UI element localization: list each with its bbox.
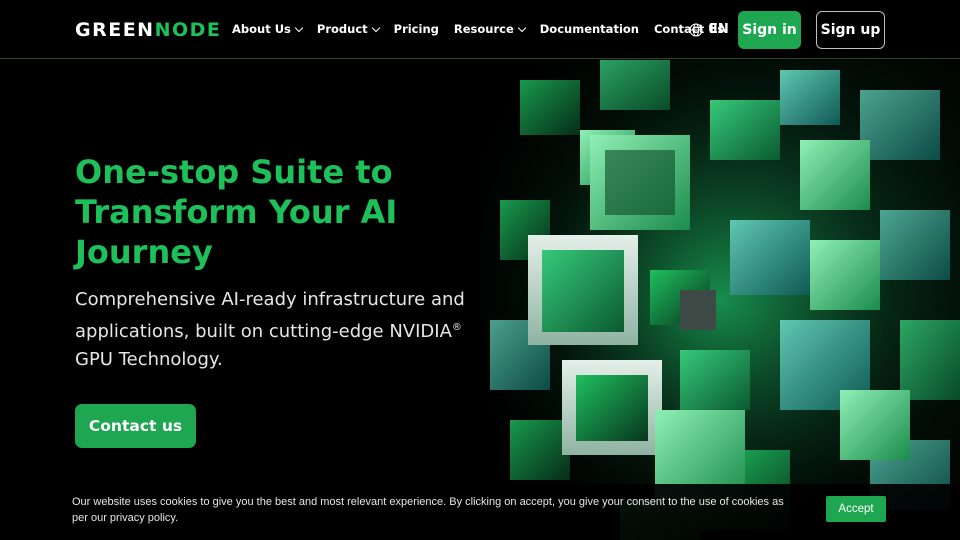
nav-resource-label: Resource: [453, 22, 514, 36]
nav-documentation-label: Documentation: [539, 22, 639, 36]
main-nav: About Us Product Pricing Resource Docume…: [232, 22, 724, 36]
language-selector[interactable]: EN: [689, 22, 729, 37]
hero-cubes-image: [480, 60, 960, 540]
nav-product-label: Product: [316, 22, 368, 36]
greennode-logo[interactable]: GREENNODE: [75, 19, 221, 41]
contact-us-button[interactable]: Contact us: [75, 404, 196, 448]
chevron-down-icon: [294, 23, 304, 32]
sign-up-button[interactable]: Sign up: [816, 11, 885, 49]
nav-pricing[interactable]: Pricing: [394, 22, 439, 36]
nav-pricing-label: Pricing: [393, 22, 439, 36]
hero-headline: One-stop Suite to Transform Your AI Jour…: [75, 153, 398, 271]
hero-subtext: Comprehensive AI-ready infrastructure an…: [75, 289, 465, 370]
site-header: GREENNODE About Us Product Pricing Resou…: [0, 0, 960, 59]
language-label: EN: [709, 22, 729, 37]
accept-cookies-button[interactable]: Accept: [826, 496, 886, 522]
nav-resource[interactable]: Resource: [453, 22, 527, 36]
hero-cubes-graphic: [480, 60, 960, 540]
logo-text: GREENNODE: [75, 19, 222, 41]
cookie-banner: Our website uses cookies to give you the…: [0, 484, 960, 540]
nav-documentation[interactable]: Documentation: [540, 22, 639, 36]
chevron-down-icon: [371, 23, 380, 32]
globe-icon: [689, 22, 703, 37]
chevron-down-icon: [517, 23, 527, 32]
nav-product[interactable]: Product: [316, 22, 380, 36]
sign-in-button[interactable]: Sign in: [738, 11, 801, 49]
nav-about-us-label: About Us: [232, 22, 291, 36]
cookie-message: Our website uses cookies to give you the…: [72, 496, 784, 524]
nav-about-us[interactable]: About Us: [232, 22, 304, 36]
